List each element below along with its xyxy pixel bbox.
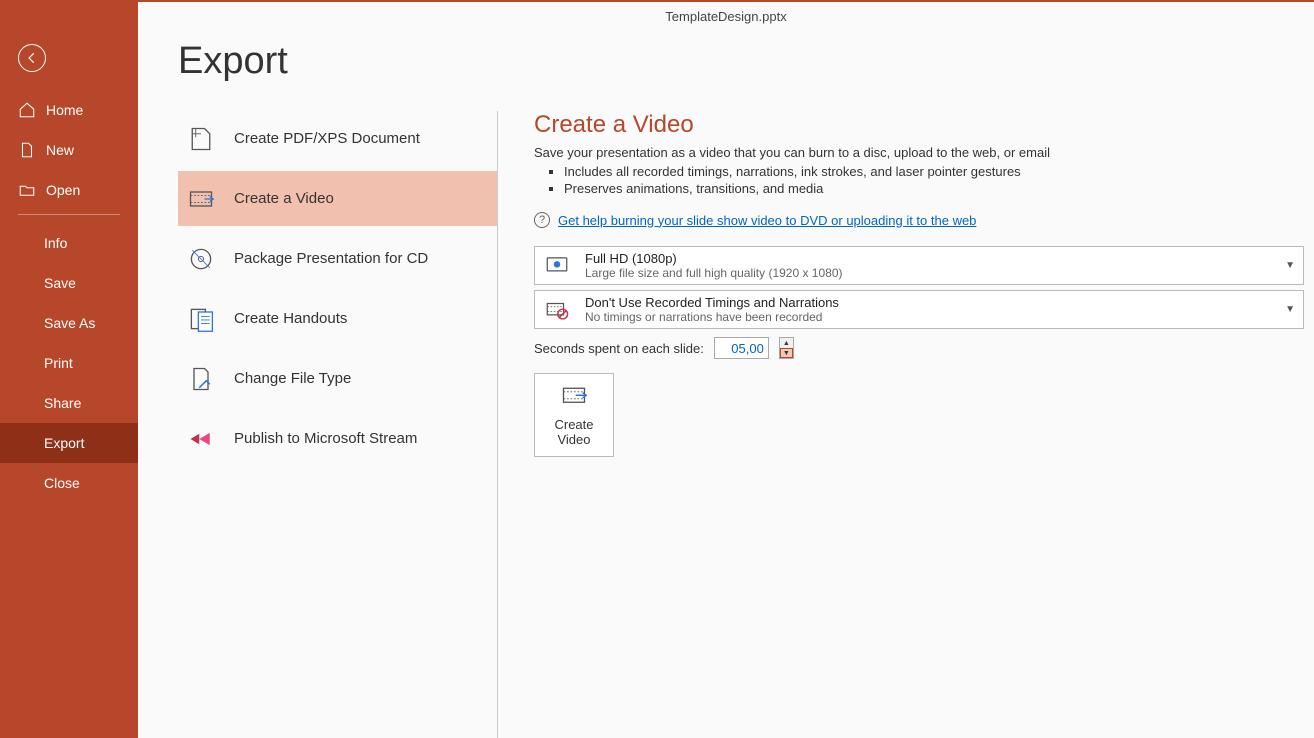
handouts-icon — [186, 304, 216, 334]
pdf-icon — [186, 124, 216, 154]
dropdown-desc: Large file size and full high quality (1… — [585, 266, 1271, 280]
detail-bullet: Preserves animations, transitions, and m… — [564, 181, 1304, 196]
sidebar-save-as[interactable]: Save As — [0, 303, 138, 343]
sidebar-export[interactable]: Export — [0, 423, 138, 463]
export-option-label: Publish to Microsoft Stream — [234, 430, 417, 447]
spin-down[interactable]: ▼ — [780, 348, 793, 358]
seconds-input[interactable] — [714, 337, 769, 359]
export-option-label: Package Presentation for CD — [234, 250, 428, 267]
export-option-label: Change File Type — [234, 370, 351, 387]
create-btn-line2: Video — [554, 432, 593, 447]
sidebar-label: Home — [46, 102, 83, 118]
sidebar-label: Open — [46, 182, 80, 198]
export-option-stream[interactable]: Publish to Microsoft Stream — [178, 411, 497, 466]
create-btn-line1: Create — [554, 417, 593, 432]
window-title-bar: TemplateDesign.pptx — [138, 0, 1314, 30]
home-icon — [18, 101, 36, 119]
sidebar-close[interactable]: Close — [0, 463, 138, 503]
dropdown-desc: No timings or narrations have been recor… — [585, 310, 1271, 324]
sidebar-separator — [18, 214, 120, 215]
dropdown-title: Don't Use Recorded Timings and Narration… — [585, 295, 1271, 310]
monitor-icon — [543, 252, 571, 280]
sidebar-label: Save As — [44, 315, 95, 331]
sidebar-label: Save — [44, 275, 76, 291]
backstage-sidebar: Home New Open Info Save Save As Print Sh… — [0, 0, 138, 738]
detail-subtitle: Save your presentation as a video that y… — [534, 145, 1304, 160]
sidebar-open[interactable]: Open — [0, 170, 138, 210]
export-option-label: Create PDF/XPS Document — [234, 130, 420, 147]
open-folder-icon — [18, 181, 36, 199]
sidebar-label: Share — [44, 395, 81, 411]
create-video-button[interactable]: Create Video — [534, 373, 614, 457]
export-option-change-type[interactable]: Change File Type — [178, 351, 497, 406]
export-option-handouts[interactable]: Create Handouts — [178, 291, 497, 346]
help-link[interactable]: Get help burning your slide show video t… — [558, 213, 976, 228]
export-options-list: Create PDF/XPS Document Create a Video — [178, 111, 498, 738]
sidebar-print[interactable]: Print — [0, 343, 138, 383]
sidebar-new[interactable]: New — [0, 130, 138, 170]
sidebar-label: Info — [44, 235, 67, 251]
new-doc-icon — [18, 141, 36, 159]
sidebar-save[interactable]: Save — [0, 263, 138, 303]
video-icon — [186, 184, 216, 214]
cd-icon — [186, 244, 216, 274]
sidebar-label: New — [46, 142, 74, 158]
sidebar-label: Close — [44, 475, 80, 491]
page-title: Export — [178, 40, 1314, 83]
back-button[interactable] — [18, 44, 46, 72]
sidebar-share[interactable]: Share — [0, 383, 138, 423]
stream-icon — [186, 424, 216, 454]
chevron-down-icon: ▼ — [1285, 260, 1295, 271]
export-option-package-cd[interactable]: Package Presentation for CD — [178, 231, 497, 286]
export-option-video[interactable]: Create a Video — [178, 171, 497, 226]
no-timings-icon — [543, 296, 571, 324]
spin-up[interactable]: ▲ — [780, 338, 793, 348]
seconds-spinner: ▲ ▼ — [779, 337, 794, 359]
sidebar-label: Print — [44, 355, 73, 371]
sidebar-home[interactable]: Home — [0, 90, 138, 130]
export-option-pdf[interactable]: Create PDF/XPS Document — [178, 111, 497, 166]
export-option-label: Create a Video — [234, 190, 334, 207]
export-detail-pane: Create a Video Save your presentation as… — [498, 111, 1314, 738]
seconds-label: Seconds spent on each slide: — [534, 341, 704, 356]
export-option-label: Create Handouts — [234, 310, 347, 327]
create-video-icon — [558, 383, 590, 411]
timings-dropdown[interactable]: Don't Use Recorded Timings and Narration… — [534, 290, 1304, 329]
help-icon: ? — [534, 212, 550, 228]
video-quality-dropdown[interactable]: Full HD (1080p) Large file size and full… — [534, 246, 1304, 285]
detail-bullets: Includes all recorded timings, narration… — [534, 164, 1304, 196]
sidebar-label: Export — [44, 435, 84, 451]
window-title: TemplateDesign.pptx — [665, 9, 786, 24]
sidebar-info[interactable]: Info — [0, 223, 138, 263]
arrow-left-icon — [25, 51, 39, 65]
dropdown-title: Full HD (1080p) — [585, 251, 1271, 266]
chevron-down-icon: ▼ — [1285, 304, 1295, 315]
filetype-icon — [186, 364, 216, 394]
detail-title: Create a Video — [534, 111, 1304, 139]
detail-bullet: Includes all recorded timings, narration… — [564, 164, 1304, 179]
